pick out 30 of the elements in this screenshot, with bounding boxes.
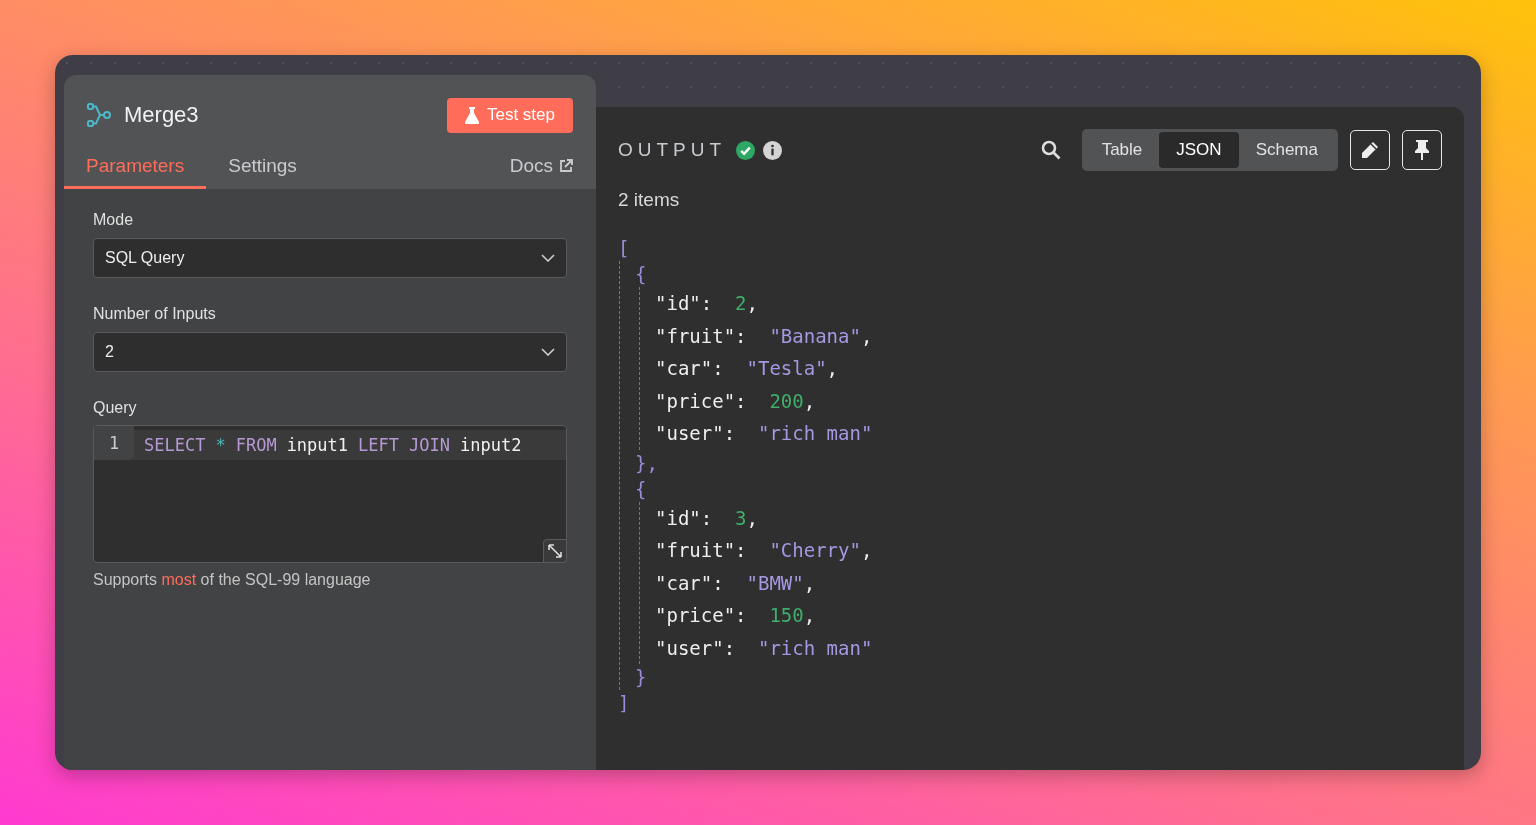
- chevron-down-icon: [541, 348, 555, 356]
- field-label: Number of Inputs: [93, 305, 217, 323]
- panel-title: OUTPUT: [618, 139, 727, 161]
- field-label: Query: [93, 399, 138, 417]
- panel-tab[interactable]: Settings: [206, 147, 319, 189]
- view-tab[interactable]: JSON: [1159, 132, 1239, 168]
- code-editor[interactable]: 1 SELECT * FROM input1 LEFT JOIN input2: [93, 425, 567, 563]
- merge-node-icon: [86, 102, 112, 128]
- view-tab[interactable]: Table: [1084, 132, 1160, 168]
- view-tab[interactable]: Schema: [1238, 132, 1335, 168]
- node-title: Merge3: [124, 102, 199, 128]
- field-label: Mode: [93, 211, 135, 229]
- pin-icon: [1414, 139, 1430, 161]
- search-icon[interactable]: [1040, 140, 1061, 160]
- docs-link[interactable]: Docs: [509, 155, 573, 189]
- external-link-icon: [559, 159, 573, 173]
- select-field[interactable]: SQL Query: [93, 238, 567, 278]
- flask-icon: [464, 106, 479, 124]
- expand-icon[interactable]: [543, 539, 567, 563]
- pencil-icon: [1360, 140, 1380, 160]
- chevron-down-icon: [541, 254, 555, 262]
- code-line: SELECT * FROM input1 LEFT JOIN input2: [143, 435, 522, 455]
- hint-text: Supports most of the SQL-99 language: [93, 571, 372, 589]
- pin-button[interactable]: [1402, 130, 1442, 170]
- edit-button[interactable]: [1350, 130, 1390, 170]
- info-icon[interactable]: [763, 140, 783, 160]
- item-count: 2 items: [618, 189, 681, 211]
- select-field[interactable]: 2: [93, 332, 567, 372]
- line-number: 1: [94, 426, 134, 460]
- json-view: [ { "id": 2, "fruit": "Banana", "car": "Tesla", "price": 200, "user": "rich man" }, { "id": 3, "fruit": "Cherry", "car": "BMW", "price": 150, "user": "rich man" } ]: [618, 235, 1442, 716]
